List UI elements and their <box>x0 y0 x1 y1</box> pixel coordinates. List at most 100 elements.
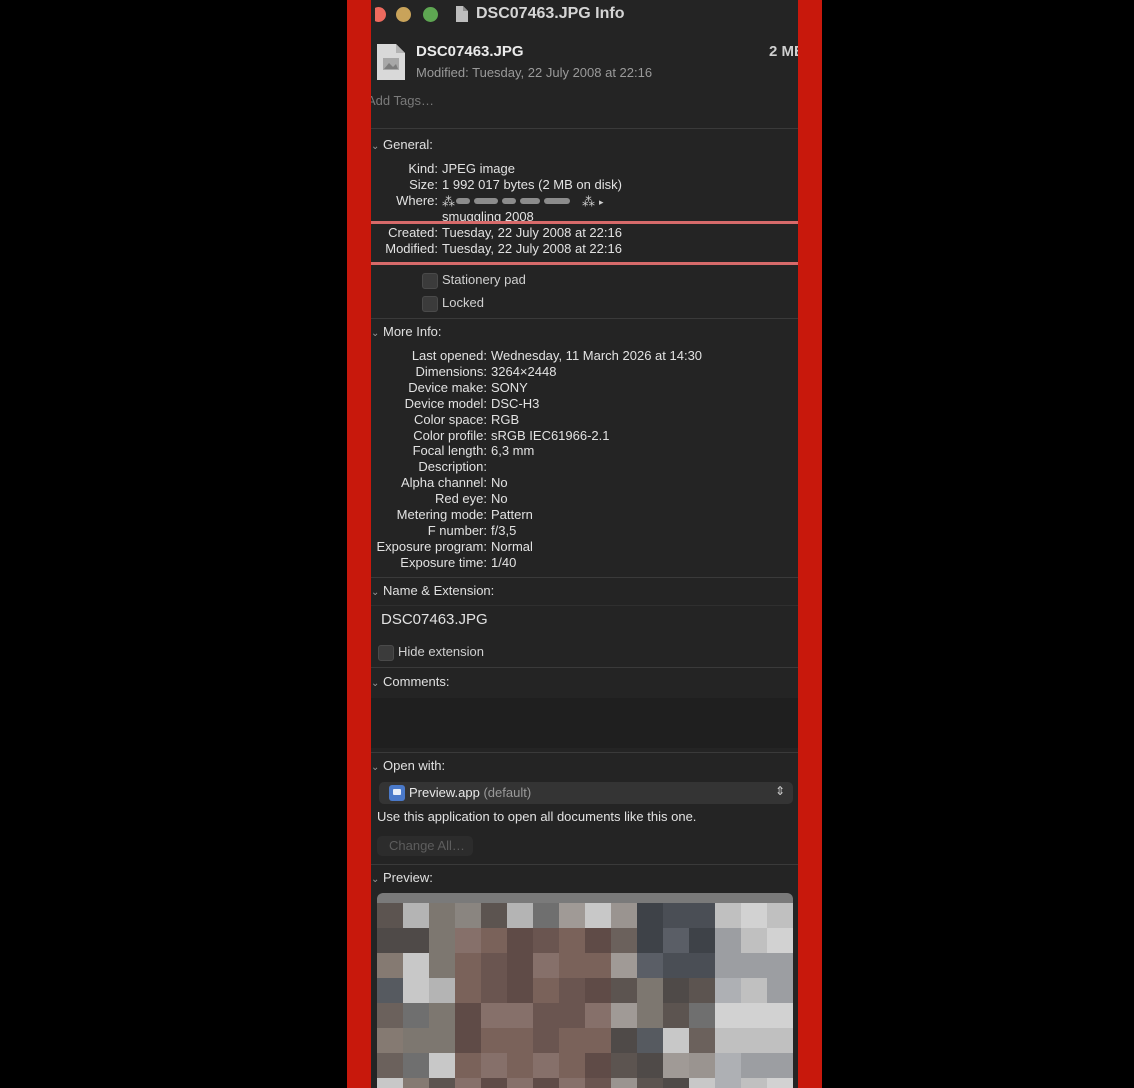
preview-pixel <box>455 978 481 1003</box>
chevron-down-icon: ⌄ <box>371 874 380 885</box>
preview-pixel <box>767 1003 793 1028</box>
preview-pixel <box>663 1003 689 1028</box>
name-extension-field[interactable]: DSC07463.JPG <box>381 611 488 628</box>
section-more-info[interactable]: ⌄ More Info: <box>371 324 442 339</box>
preview-pixel <box>455 953 481 978</box>
locked-label: Locked <box>442 295 484 310</box>
preview-pixel <box>585 953 611 978</box>
preview-pixel <box>533 953 559 978</box>
section-open-with[interactable]: ⌄ Open with: <box>371 758 445 773</box>
preview-pixel <box>403 1028 429 1053</box>
more-info-label: Color space: <box>414 411 487 427</box>
comments-textarea[interactable] <box>371 698 798 748</box>
created-label: Created: <box>388 225 438 240</box>
preview-pixel <box>741 1078 767 1088</box>
preview-pixel <box>481 1078 507 1088</box>
image-file-icon <box>377 44 405 80</box>
more-info-label: Exposure program: <box>376 538 487 554</box>
preview-pixel <box>663 953 689 978</box>
window-title: DSC07463.JPG Info <box>476 5 625 22</box>
preview-pixel <box>663 1028 689 1053</box>
preview-pixel <box>585 978 611 1003</box>
more-info-value: RGB <box>491 411 520 427</box>
close-window-button[interactable] <box>375 7 386 22</box>
more-info-value: No <box>491 475 508 491</box>
chevron-down-icon: ⌄ <box>371 587 380 598</box>
preview-pixel <box>533 1028 559 1053</box>
section-comments[interactable]: ⌄ Comments: <box>371 674 449 689</box>
section-name-extension[interactable]: ⌄ Name & Extension: <box>371 583 494 598</box>
size-value: 1 992 017 bytes (2 MB on disk) <box>442 177 622 192</box>
locked-checkbox[interactable]: Locked <box>422 295 484 312</box>
app-name: Preview.app <box>409 785 480 800</box>
preview-pixel <box>533 928 559 953</box>
preview-pixel <box>689 903 715 928</box>
svg-text:⁂: ⁂ <box>582 195 595 208</box>
divider <box>371 605 798 606</box>
preview-pixel <box>585 1053 611 1078</box>
file-modified: Modified: Tuesday, 22 July 2008 at 22:16 <box>416 65 653 80</box>
preview-pixel <box>455 928 481 953</box>
checkbox-box[interactable] <box>378 645 394 661</box>
more-info-label: Exposure time: <box>400 554 487 570</box>
more-info-label: Metering mode: <box>396 507 487 522</box>
stationery-label: Stationery pad <box>442 272 526 287</box>
preview-pixel <box>377 953 403 978</box>
stationery-pad-checkbox[interactable]: Stationery pad <box>422 272 526 289</box>
preview-app-icon <box>389 785 405 801</box>
preview-pixel <box>429 903 455 928</box>
section-general[interactable]: ⌄ General: <box>371 137 433 152</box>
more-info-value: sRGB IEC61966-2.1 <box>491 427 610 443</box>
checkbox-box[interactable] <box>422 273 438 289</box>
preview-pixel <box>689 953 715 978</box>
preview-pixel <box>403 978 429 1003</box>
preview-pixel <box>637 978 663 1003</box>
section-preview[interactable]: ⌄ Preview: <box>371 870 433 885</box>
preview-pixel <box>455 903 481 928</box>
change-all-button[interactable]: Change All… <box>377 836 473 856</box>
preview-pixel <box>663 978 689 1003</box>
more-info-label: Red eye: <box>434 491 487 507</box>
minimize-window-button[interactable] <box>396 7 411 22</box>
preview-pixel <box>559 903 585 928</box>
preview-pixel <box>689 928 715 953</box>
more-info-value: 3264×2448 <box>491 363 557 379</box>
preview-pixel <box>533 1003 559 1028</box>
open-with-select[interactable]: Preview.app (default) ⇕ <box>379 782 793 804</box>
red-frame-left <box>347 0 371 1088</box>
preview-pixel <box>429 978 455 1003</box>
more-info-label: Description: <box>418 459 487 475</box>
document-icon <box>456 6 468 22</box>
preview-pixel <box>585 928 611 953</box>
preview-pixel <box>715 978 741 1003</box>
preview-pixel <box>663 1053 689 1078</box>
preview-pixel <box>741 953 767 978</box>
preview-pixel <box>585 1028 611 1053</box>
preview-pixel <box>611 953 637 978</box>
preview-pixel <box>611 903 637 928</box>
preview-pixel <box>611 1053 637 1078</box>
preview-pixel <box>689 1003 715 1028</box>
preview-pixel <box>767 1053 793 1078</box>
chevron-down-icon: ⌄ <box>371 328 380 339</box>
hide-extension-checkbox[interactable]: Hide extension <box>378 644 484 661</box>
preview-pixel <box>663 928 689 953</box>
preview-pixel <box>533 903 559 928</box>
file-name: DSC07463.JPG <box>416 43 524 60</box>
tags-field[interactable]: Add Tags… <box>371 93 434 108</box>
preview-pixel <box>481 953 507 978</box>
checkbox-box[interactable] <box>422 296 438 312</box>
preview-pixel <box>455 1003 481 1028</box>
preview-pixel <box>637 1028 663 1053</box>
preview-pixel <box>637 1003 663 1028</box>
preview-pixel <box>455 1053 481 1078</box>
chevron-down-icon: ⌄ <box>371 762 380 773</box>
zoom-window-button[interactable] <box>423 7 438 22</box>
preview-pixel <box>741 928 767 953</box>
preview-pixel <box>611 928 637 953</box>
preview-pixel <box>429 953 455 978</box>
preview-pixel <box>611 978 637 1003</box>
preview-pixel <box>689 1078 715 1088</box>
preview-pixel <box>585 1003 611 1028</box>
preview-pixel <box>767 1028 793 1053</box>
